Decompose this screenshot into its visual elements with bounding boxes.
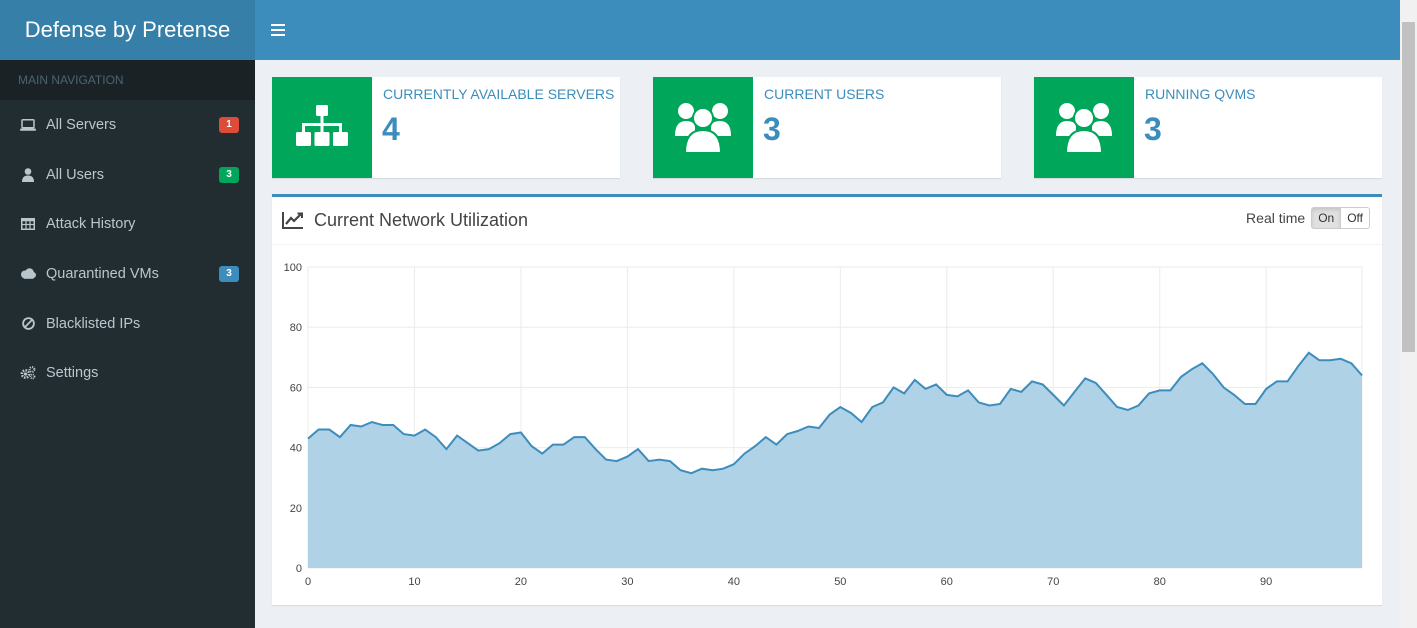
x-tick-label: 30 (621, 576, 633, 588)
info-box-title: CURRENTLY AVAILABLE SERVERS (383, 86, 615, 102)
ban-icon (20, 316, 36, 332)
qvms-count-badge: 3 (219, 265, 239, 282)
users-count-badge: 3 (219, 166, 239, 183)
table-icon (20, 216, 36, 232)
sidebar-item-label: All Servers (46, 116, 117, 133)
sidebar-toggle-icon[interactable] (271, 20, 285, 40)
x-tick-label: 70 (1047, 576, 1059, 588)
info-box-servers: CURRENTLY AVAILABLE SERVERS 4 (272, 77, 620, 178)
series-area (308, 352, 1362, 568)
network-utilization-box: Current Network Utilization Real time On… (272, 194, 1382, 605)
info-box-users: CURRENT USERS 3 (653, 77, 1001, 178)
sidebar-item-label: Attack History (46, 216, 136, 233)
y-tick-label: 40 (290, 443, 302, 455)
info-box-value: 3 (1144, 111, 1162, 147)
sitemap-icon (272, 77, 372, 178)
x-tick-label: 80 (1154, 576, 1166, 588)
info-box-value: 3 (763, 111, 781, 147)
top-navbar (255, 0, 1400, 60)
sidebar-header: MAIN NAVIGATION (0, 60, 255, 100)
sidebar-item-label: Blacklisted IPs (46, 315, 141, 332)
users-icon (653, 77, 753, 178)
sidebar-item-blacklisted-ips[interactable]: Blacklisted IPs (0, 299, 255, 349)
cloud-icon (20, 266, 36, 282)
user-icon (20, 167, 36, 183)
y-tick-label: 0 (296, 563, 302, 575)
sidebar-item-settings[interactable]: Settings (0, 348, 255, 398)
sidebar-item-label: Quarantined VMs (46, 265, 159, 282)
cogs-icon (20, 365, 36, 381)
info-box-qvms: RUNNING QVMS 3 (1034, 77, 1382, 178)
app-logo[interactable]: Defense by Pretense (0, 0, 255, 60)
y-tick-label: 20 (290, 503, 302, 515)
sidebar-item-label: All Users (46, 166, 105, 183)
sidebar-item-all-servers[interactable]: All Servers 1 (0, 100, 255, 150)
sidebar: MAIN NAVIGATION All Servers 1 All Users … (0, 60, 255, 628)
servers-count-badge: 1 (219, 116, 239, 133)
sidebar-item-quarantined-vms[interactable]: Quarantined VMs 3 (0, 249, 255, 299)
info-box-title: RUNNING QVMS (1145, 86, 1256, 102)
sidebar-item-all-users[interactable]: All Users 3 (0, 150, 255, 200)
network-utilization-chart: 0 20 40 60 80 100 0 10 20 30 40 50 60 70 80 90 (284, 262, 1363, 588)
x-tick-label: 50 (834, 576, 846, 588)
users-icon (1034, 77, 1134, 178)
x-tick-label: 10 (408, 576, 420, 588)
y-tick-label: 100 (284, 262, 302, 274)
x-tick-label: 90 (1260, 576, 1272, 588)
x-tick-label: 20 (515, 576, 527, 588)
info-box-value: 4 (382, 111, 400, 147)
info-box-title: CURRENT USERS (764, 86, 885, 102)
sidebar-item-label: Settings (46, 365, 99, 382)
laptop-icon (20, 117, 36, 133)
y-tick-label: 80 (290, 322, 302, 334)
x-tick-label: 60 (941, 576, 953, 588)
y-tick-label: 60 (290, 382, 302, 394)
x-tick-label: 40 (728, 576, 740, 588)
sidebar-item-attack-history[interactable]: Attack History (0, 199, 255, 249)
scrollbar-thumb[interactable] (1402, 22, 1415, 352)
x-tick-label: 0 (305, 576, 311, 588)
page-scrollbar[interactable] (1400, 0, 1417, 628)
